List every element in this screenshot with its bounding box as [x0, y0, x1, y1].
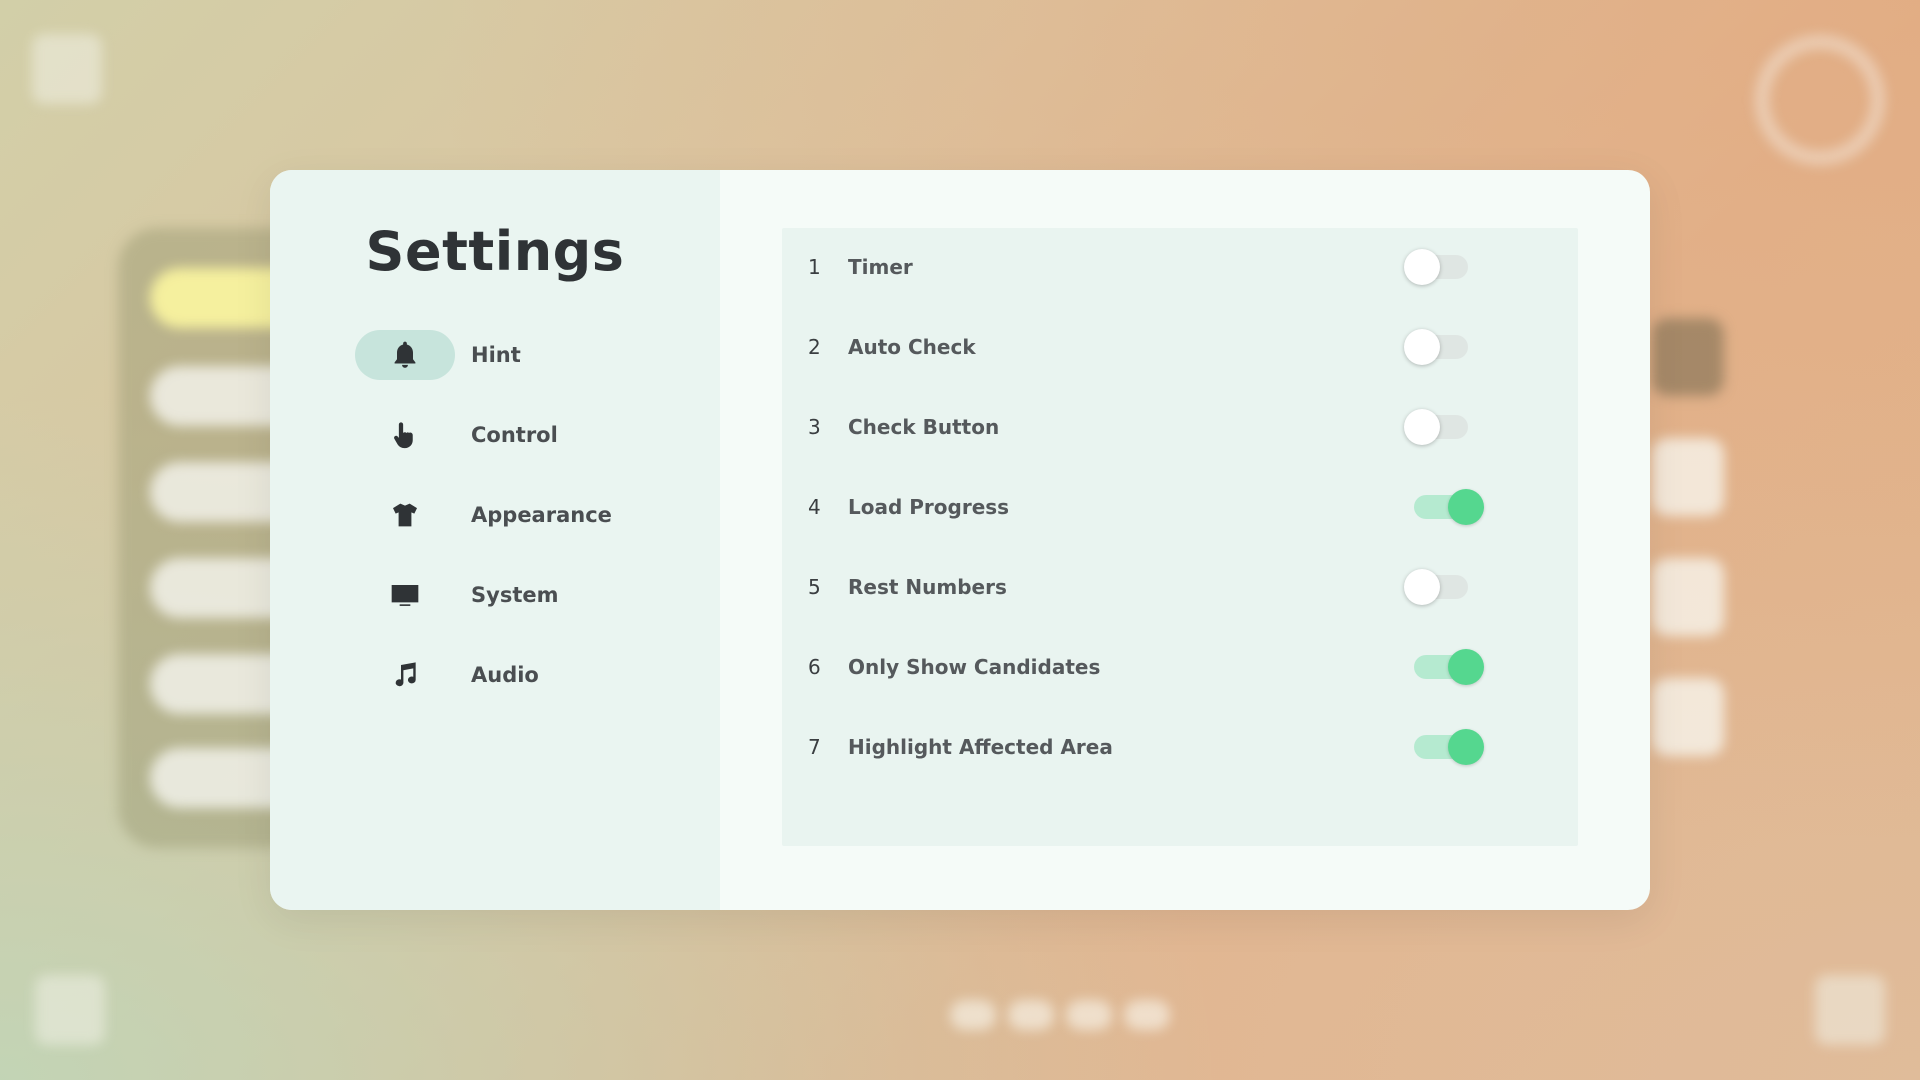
toggle-knob [1404, 249, 1440, 285]
shirt-icon [355, 490, 455, 540]
option-row-highlight-affected-area: 7 Highlight Affected Area [782, 722, 1578, 772]
background-menu-button [32, 34, 102, 104]
nav-item-hint[interactable]: Hint [355, 330, 612, 380]
option-number: 7 [808, 735, 821, 759]
option-number: 1 [808, 255, 821, 279]
nav-label: Appearance [471, 503, 612, 527]
option-label: Load Progress [848, 495, 1010, 519]
background-corner-button [35, 975, 105, 1045]
nav-label: Control [471, 423, 558, 447]
option-row-check-button: 3 Check Button [782, 402, 1578, 452]
option-label: Rest Numbers [848, 575, 1007, 599]
bell-icon [355, 330, 455, 380]
nav-item-audio[interactable]: Audio [355, 650, 612, 700]
background-side-button [1652, 558, 1724, 636]
option-row-timer: 1 Timer [782, 242, 1578, 292]
highlight-affected-area-toggle[interactable] [1404, 729, 1484, 765]
option-number: 6 [808, 655, 821, 679]
settings-content: 1 Timer 2 Auto Check 3 Check Button 4 Lo… [720, 170, 1650, 910]
pointer-hand-icon [355, 410, 455, 460]
option-row-rest-numbers: 5 Rest Numbers [782, 562, 1578, 612]
option-label: Timer [848, 255, 913, 279]
background-page-dot [1008, 1000, 1054, 1030]
option-number: 5 [808, 575, 821, 599]
option-number: 2 [808, 335, 821, 359]
option-row-load-progress: 4 Load Progress [782, 482, 1578, 532]
toggle-knob [1448, 489, 1484, 525]
settings-sidebar: Settings Hint Control Appearance System … [270, 170, 720, 910]
toggle-knob [1448, 649, 1484, 685]
background-page-dot [950, 1000, 996, 1030]
settings-title: Settings [365, 220, 625, 283]
option-number: 3 [808, 415, 821, 439]
nav-item-control[interactable]: Control [355, 410, 612, 460]
nav-label: Hint [471, 343, 521, 367]
toggle-knob [1448, 729, 1484, 765]
option-label: Highlight Affected Area [848, 735, 1113, 759]
timer-toggle[interactable] [1404, 249, 1484, 285]
background-page-dot [1066, 1000, 1112, 1030]
nav-label: System [471, 583, 559, 607]
background-side-button [1652, 438, 1724, 516]
background-corner-button [1815, 975, 1885, 1045]
option-label: Only Show Candidates [848, 655, 1101, 679]
option-row-only-show-candidates: 6 Only Show Candidates [782, 642, 1578, 692]
nav-label: Audio [471, 663, 539, 687]
options-panel: 1 Timer 2 Auto Check 3 Check Button 4 Lo… [782, 228, 1578, 846]
background-timer [1755, 35, 1885, 165]
monitor-icon [355, 570, 455, 620]
settings-dialog: Settings Hint Control Appearance System … [270, 170, 1650, 910]
auto-check-toggle[interactable] [1404, 329, 1484, 365]
load-progress-toggle[interactable] [1404, 489, 1484, 525]
music-note-icon [355, 650, 455, 700]
nav-item-appearance[interactable]: Appearance [355, 490, 612, 540]
settings-nav: Hint Control Appearance System Audio [355, 330, 612, 730]
rest-numbers-toggle[interactable] [1404, 569, 1484, 605]
nav-item-system[interactable]: System [355, 570, 612, 620]
option-label: Auto Check [848, 335, 976, 359]
option-label: Check Button [848, 415, 1000, 439]
background-side-button [1652, 678, 1724, 756]
background-page-dot [1124, 1000, 1170, 1030]
toggle-knob [1404, 329, 1440, 365]
toggle-knob [1404, 569, 1440, 605]
background-side-button [1652, 318, 1724, 396]
toggle-knob [1404, 409, 1440, 445]
check-button-toggle[interactable] [1404, 409, 1484, 445]
option-number: 4 [808, 495, 821, 519]
option-row-auto-check: 2 Auto Check [782, 322, 1578, 372]
only-show-candidates-toggle[interactable] [1404, 649, 1484, 685]
